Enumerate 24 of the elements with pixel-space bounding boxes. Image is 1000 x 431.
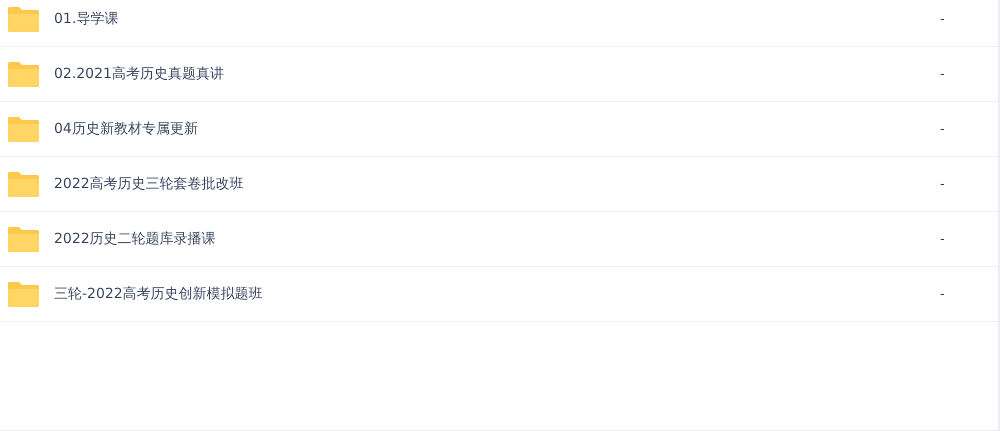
folder-row[interactable]: 2022历史二轮题库录播课 - xyxy=(0,212,998,267)
folder-icon xyxy=(8,172,39,196)
file-size: - xyxy=(940,66,946,82)
folder-row[interactable]: 04历史新教材专属更新 - xyxy=(0,102,998,157)
folder-row[interactable]: 01.导学课 - xyxy=(0,0,998,47)
folder-icon xyxy=(8,116,39,142)
folder-row[interactable]: 三轮-2022高考历史创新模拟题班 - xyxy=(0,267,998,322)
file-size: - xyxy=(940,176,946,192)
folder-row[interactable]: 02.2021高考历史真题真讲 - xyxy=(0,47,998,102)
folder-name: 三轮-2022高考历史创新模拟题班 xyxy=(54,285,264,303)
folder-icon xyxy=(8,62,39,86)
file-size: - xyxy=(940,12,946,26)
folder-row[interactable]: 2022高考历史三轮套卷批改班 - xyxy=(0,157,998,212)
file-size: - xyxy=(940,232,946,246)
folder-name: 01.导学课 xyxy=(54,10,120,28)
file-size: - xyxy=(940,286,946,302)
folder-icon xyxy=(8,226,39,252)
folder-name: 2022高考历史三轮套卷批改班 xyxy=(54,175,245,193)
file-size: - xyxy=(940,122,946,136)
folder-name: 04历史新教材专属更新 xyxy=(54,120,199,138)
folder-icon xyxy=(8,6,39,32)
folder-name: 02.2021高考历史真题真讲 xyxy=(54,65,225,83)
folder-name: 2022历史二轮题库录播课 xyxy=(54,230,217,248)
folder-icon xyxy=(8,282,39,306)
